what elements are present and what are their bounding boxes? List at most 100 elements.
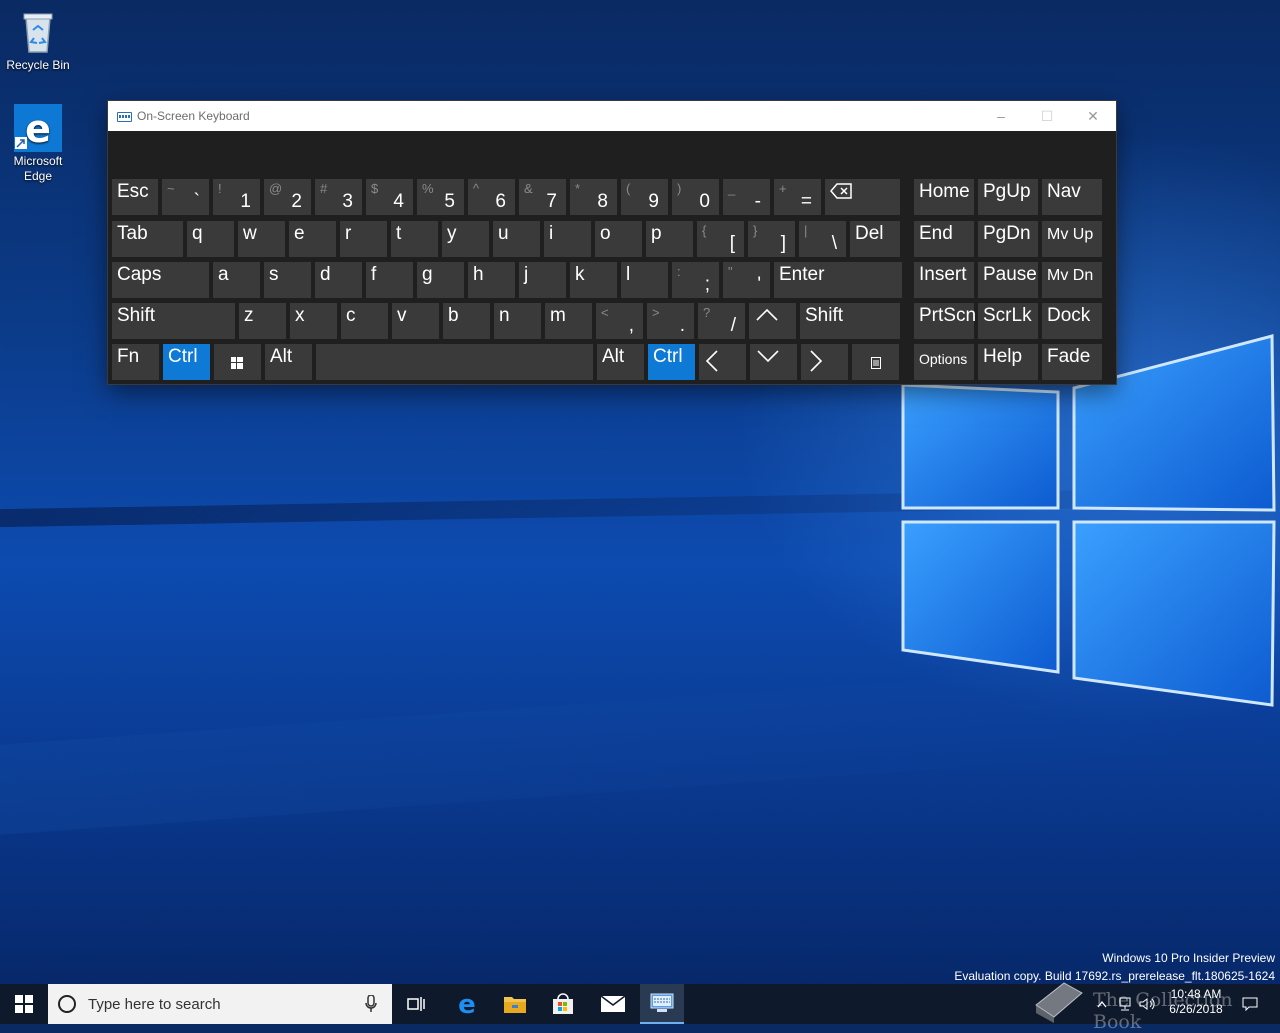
- spacebar-key[interactable]: [316, 344, 593, 380]
- key-quote[interactable]: " ': [723, 262, 770, 298]
- key-esc[interactable]: Esc: [112, 179, 158, 215]
- key-help[interactable]: Help: [978, 344, 1038, 380]
- title-bar[interactable]: On-Screen Keyboard – ☐ ✕: [108, 101, 1116, 131]
- key-right-bracket[interactable]: }]: [748, 221, 795, 257]
- key-shift[interactable]: Shift: [112, 303, 235, 339]
- key-alt[interactable]: Alt: [265, 344, 312, 380]
- key-mv-dn[interactable]: Mv Dn: [1042, 262, 1102, 298]
- microphone-icon[interactable]: [365, 995, 377, 1013]
- key-fn[interactable]: Fn: [112, 344, 159, 380]
- arrow-up-key[interactable]: [749, 303, 796, 339]
- taskbar-mail[interactable]: [590, 984, 636, 1024]
- key-5[interactable]: % 5: [417, 179, 464, 215]
- key-l[interactable]: l: [621, 262, 668, 298]
- arrow-left-key[interactable]: [699, 344, 746, 380]
- key-ctrl[interactable]: Ctrl: [163, 344, 210, 380]
- key-m[interactable]: m: [545, 303, 592, 339]
- start-button[interactable]: [0, 984, 48, 1024]
- key-alt[interactable]: Alt: [597, 344, 644, 380]
- key-9[interactable]: (9: [621, 179, 668, 215]
- taskbar-osk[interactable]: [640, 984, 684, 1024]
- key-pgup[interactable]: PgUp: [978, 179, 1038, 215]
- key-options[interactable]: Options: [914, 344, 974, 380]
- key-left-bracket[interactable]: {[: [697, 221, 744, 257]
- key-y[interactable]: y: [442, 221, 489, 257]
- key-nav[interactable]: Nav: [1042, 179, 1102, 215]
- desktop-icon-recycle-bin[interactable]: Recycle Bin: [0, 8, 76, 73]
- key-prtscn[interactable]: PrtScn: [914, 303, 976, 339]
- key-f[interactable]: f: [366, 262, 413, 298]
- key-backslash[interactable]: | \: [799, 221, 846, 257]
- key-dock[interactable]: Dock: [1042, 303, 1102, 339]
- key-7[interactable]: & 7: [519, 179, 566, 215]
- context-menu-key[interactable]: [852, 344, 899, 380]
- key-p[interactable]: p: [646, 221, 693, 257]
- key-mv-up[interactable]: Mv Up: [1042, 221, 1102, 257]
- key-shift[interactable]: Shift: [800, 303, 900, 339]
- key-j[interactable]: j: [519, 262, 566, 298]
- key-pgdn[interactable]: PgDn: [978, 221, 1038, 257]
- key-h[interactable]: h: [468, 262, 515, 298]
- key-semicolon[interactable]: :;: [672, 262, 719, 298]
- key-8[interactable]: * 8: [570, 179, 617, 215]
- windows-key-key[interactable]: [214, 344, 261, 380]
- key-1[interactable]: ! 1: [213, 179, 260, 215]
- key-z[interactable]: z: [239, 303, 286, 339]
- key-home[interactable]: Home: [914, 179, 974, 215]
- key-6[interactable]: ^ 6: [468, 179, 515, 215]
- key-minus[interactable]: _ -: [723, 179, 770, 215]
- key-slash[interactable]: ? /: [698, 303, 745, 339]
- maximize-button[interactable]: ☐: [1024, 101, 1070, 131]
- key-o[interactable]: o: [595, 221, 642, 257]
- key-period[interactable]: >.: [647, 303, 694, 339]
- key-pause[interactable]: Pause: [978, 262, 1038, 298]
- backspace-key[interactable]: [825, 179, 900, 215]
- key-d[interactable]: d: [315, 262, 362, 298]
- key-fade[interactable]: Fade: [1042, 344, 1102, 380]
- taskbar-file-explorer[interactable]: [492, 984, 538, 1024]
- key-character: 3: [342, 191, 353, 212]
- key-g[interactable]: g: [417, 262, 464, 298]
- key-i[interactable]: i: [544, 221, 591, 257]
- desktop-icon-microsoft-edge[interactable]: e Microsoft Edge: [0, 104, 76, 184]
- minimize-button[interactable]: –: [978, 101, 1024, 131]
- taskbar-edge[interactable]: e: [444, 984, 490, 1024]
- key-3[interactable]: #3: [315, 179, 362, 215]
- key-u[interactable]: u: [493, 221, 540, 257]
- key-s[interactable]: s: [264, 262, 311, 298]
- key-enter[interactable]: Enter: [774, 262, 902, 298]
- key-tab[interactable]: Tab: [112, 221, 183, 257]
- key-ctrl[interactable]: Ctrl: [648, 344, 695, 380]
- key-4[interactable]: $4: [366, 179, 413, 215]
- key-q[interactable]: q: [187, 221, 234, 257]
- key-w[interactable]: w: [238, 221, 285, 257]
- key-x[interactable]: x: [290, 303, 337, 339]
- arrow-right-key[interactable]: [801, 344, 848, 380]
- task-view-button[interactable]: [395, 984, 439, 1024]
- key-equals[interactable]: + =: [774, 179, 821, 215]
- key-caps[interactable]: Caps: [112, 262, 209, 298]
- system-clock[interactable]: 10:48 AM 6/26/2018: [1160, 987, 1232, 1017]
- key-r[interactable]: r: [340, 221, 387, 257]
- key-c[interactable]: c: [341, 303, 388, 339]
- key-0[interactable]: ) 0: [672, 179, 719, 215]
- key-insert[interactable]: Insert: [914, 262, 974, 298]
- key-b[interactable]: b: [443, 303, 490, 339]
- key-comma[interactable]: <,: [596, 303, 643, 339]
- close-button[interactable]: ✕: [1070, 101, 1116, 131]
- key-t[interactable]: t: [391, 221, 438, 257]
- key-end[interactable]: End: [914, 221, 974, 257]
- key-character: -: [754, 191, 761, 212]
- key-e[interactable]: e: [289, 221, 336, 257]
- taskbar-store[interactable]: [540, 984, 586, 1024]
- search-box[interactable]: Type here to search: [48, 984, 392, 1024]
- key-2[interactable]: @2: [264, 179, 311, 215]
- arrow-down-key[interactable]: [750, 344, 797, 380]
- key-v[interactable]: v: [392, 303, 439, 339]
- key-a[interactable]: a: [213, 262, 260, 298]
- key-scrlk[interactable]: ScrLk: [978, 303, 1038, 339]
- key-del[interactable]: Del: [850, 221, 900, 257]
- key-n[interactable]: n: [494, 303, 541, 339]
- key-k[interactable]: k: [570, 262, 617, 298]
- key-backtick[interactable]: ~ `: [162, 179, 209, 215]
